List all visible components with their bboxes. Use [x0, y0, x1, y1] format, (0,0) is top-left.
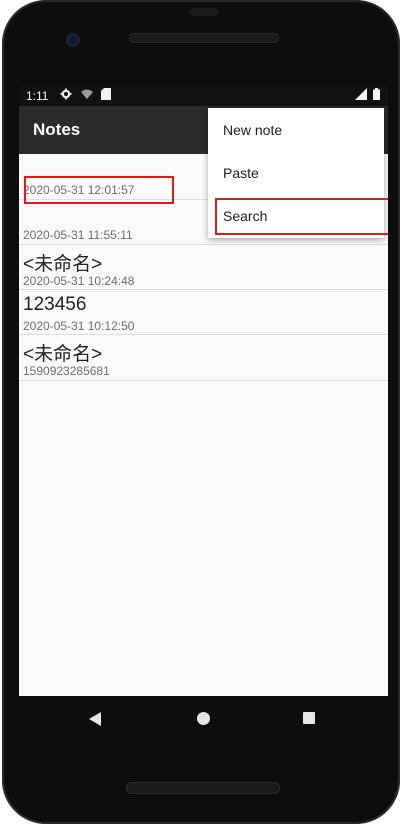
note-item[interactable]: <未命名> 1590923285681 — [19, 335, 388, 381]
home-icon[interactable] — [197, 712, 210, 725]
note-date: 2020-05-31 11:55:11 — [23, 228, 133, 242]
status-time: 1:11 — [26, 89, 49, 103]
note-item[interactable]: <未命名> 2020-05-31 10:24:48 — [19, 245, 388, 290]
menu-item-new-note[interactable]: New note — [208, 108, 384, 151]
signal-icon — [355, 88, 367, 105]
menu-item-paste[interactable]: Paste — [208, 151, 384, 194]
status-bar: 1:11 — [19, 86, 388, 106]
menu-item-search[interactable]: Search — [208, 194, 384, 237]
earpiece-speaker — [129, 33, 279, 43]
note-item[interactable]: 123456 2020-05-31 10:12:50 — [19, 290, 388, 335]
app-title: Notes — [33, 120, 81, 139]
note-date: 2020-05-31 10:24:48 — [23, 274, 135, 288]
navigation-bar — [19, 696, 388, 740]
menu-item-label: Paste — [223, 165, 259, 181]
menu-item-label: Search — [223, 208, 268, 224]
wifi-icon — [80, 88, 94, 105]
top-slot — [189, 8, 219, 16]
note-title: <未命名> — [23, 344, 103, 365]
sd-card-icon — [101, 88, 111, 105]
front-camera — [66, 33, 80, 47]
menu-item-label: New note — [223, 122, 283, 138]
note-title: 123456 — [23, 294, 87, 315]
device-screen: 1:11 Notes 2020-05-31 12:01:57 2020-05-3… — [19, 86, 388, 696]
gear-icon — [60, 88, 72, 105]
note-date: 2020-05-31 12:01:57 — [23, 183, 135, 197]
note-date: 1590923285681 — [23, 364, 110, 378]
back-icon[interactable] — [89, 712, 101, 726]
note-date: 2020-05-31 10:12:50 — [23, 319, 135, 333]
battery-icon — [373, 88, 380, 105]
recents-icon[interactable] — [303, 712, 315, 724]
note-title: <未命名> — [23, 254, 103, 275]
overflow-menu: New note Paste Search — [208, 108, 384, 238]
bottom-speaker — [126, 782, 280, 794]
